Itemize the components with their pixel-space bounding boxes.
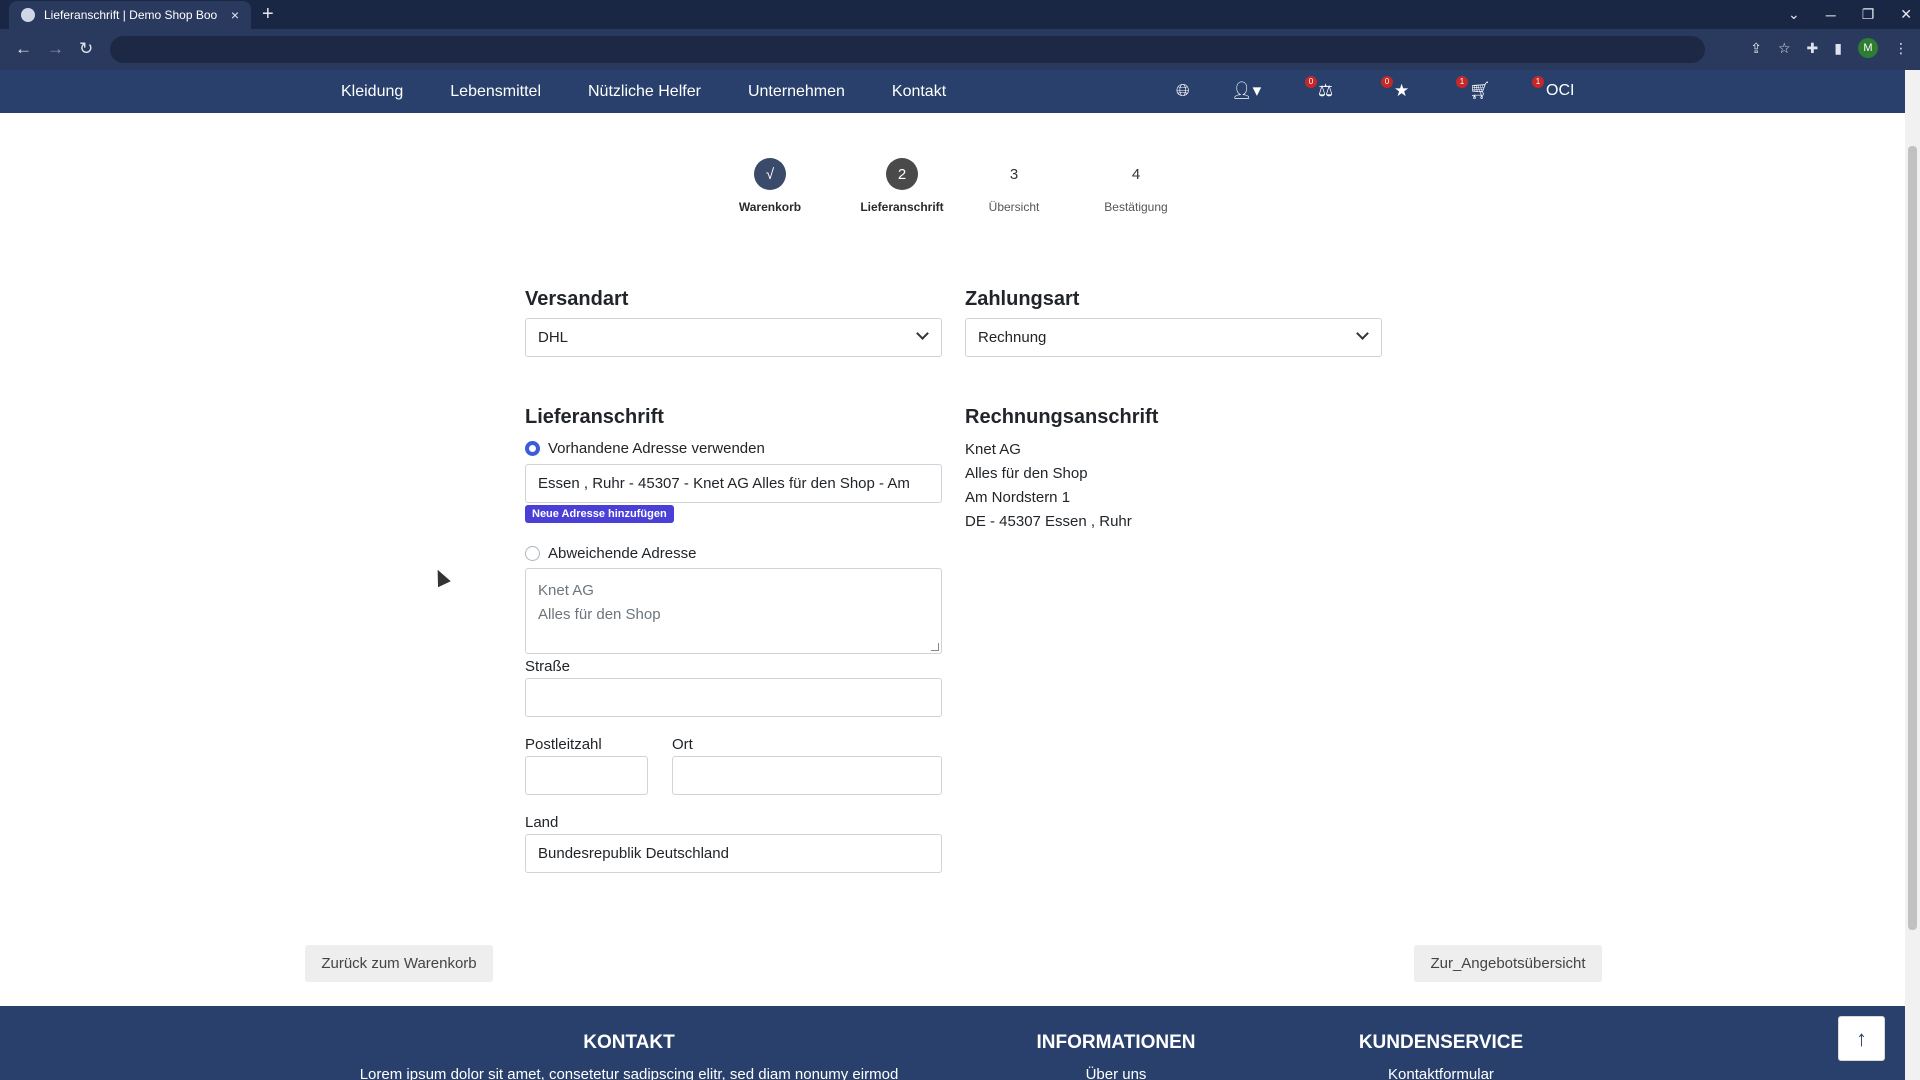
company-line: Alles für den Shop — [538, 606, 661, 623]
billing-heading: Rechnungsanschrift — [965, 406, 1159, 428]
payment-value: Rechnung — [978, 329, 1047, 346]
step-circle: 2 — [886, 158, 918, 190]
radio-existing-address[interactable]: Vorhandene Adresse verwenden — [525, 440, 765, 457]
company-textarea[interactable]: Knet AG Alles für den Shop — [525, 568, 942, 654]
radio-label: Vorhandene Adresse verwenden — [548, 440, 765, 457]
shipping-value: DHL — [538, 329, 569, 346]
forward-icon[interactable]: → — [47, 39, 64, 59]
radio-different-address[interactable]: Abweichende Adresse — [525, 545, 696, 562]
cart-count-badge: 1 — [1456, 76, 1468, 88]
extensions-icon[interactable]: ✚ — [1807, 40, 1819, 57]
country-label: Land — [525, 814, 559, 831]
zip-label: Postleitzahl — [525, 736, 602, 753]
arrow-up-icon: ↑ — [1856, 1025, 1867, 1051]
shipping-select[interactable]: DHL — [525, 318, 942, 357]
radio-unchecked-icon[interactable] — [525, 546, 540, 561]
scrollbar-thumb[interactable] — [1908, 146, 1917, 930]
payment-select[interactable]: Rechnung — [965, 318, 1382, 357]
page-scrollbar[interactable] — [1905, 70, 1920, 1080]
street-input[interactable] — [525, 678, 942, 717]
delivery-heading: Lieferanschrift — [525, 406, 664, 428]
menu-nuetzliche-helfer[interactable]: Nützliche Helfer — [588, 83, 701, 101]
minimize-icon[interactable]: ─ — [1826, 7, 1836, 23]
shipping-heading: Versandart — [525, 288, 629, 310]
payment-heading: Zahlungsart — [965, 288, 1080, 310]
step-circle: 3 — [998, 158, 1030, 190]
back-to-cart-button[interactable]: Zurück zum Warenkorb — [305, 945, 493, 982]
browser-menu-icon[interactable]: ⋮ — [1894, 40, 1908, 57]
oci-count-badge: 1 — [1532, 76, 1544, 88]
restore-icon[interactable]: ❐ — [1862, 6, 1875, 23]
cart-icon[interactable]: 🛒︎ — [1469, 81, 1491, 101]
step-bestaetigung: 4 Bestätigung — [1096, 158, 1176, 214]
close-window-icon[interactable]: ✕ — [1900, 6, 1912, 23]
zip-input[interactable] — [525, 756, 648, 795]
step-label: Übersicht — [988, 200, 1040, 214]
step-uebersicht: 3 Übersicht — [974, 158, 1054, 214]
step-warenkorb: √ Warenkorb — [728, 158, 812, 214]
resize-grip-icon[interactable] — [931, 643, 939, 651]
user-account-icon[interactable]: 👤︎▾ — [1231, 81, 1261, 101]
step-label: Lieferanschrift — [860, 200, 944, 214]
tab-close-icon[interactable]: × — [225, 7, 245, 23]
wishlist-star-icon[interactable]: ★ — [1394, 81, 1409, 101]
browser-tab-bar: Lieferanschrift | Demo Shop Boo × + ⌄ ─ … — [0, 0, 1920, 29]
city-input[interactable] — [672, 756, 942, 795]
street-label: Straße — [525, 658, 571, 675]
tab-title: Lieferanschrift | Demo Shop Boo — [44, 8, 218, 22]
new-tab-button[interactable]: + — [262, 3, 274, 26]
oci-link[interactable]: OCI — [1546, 82, 1574, 100]
profile-avatar[interactable]: M — [1858, 38, 1878, 58]
footer-link-about[interactable]: Über uns — [1016, 1066, 1216, 1080]
reload-icon[interactable]: ↻ — [79, 39, 93, 59]
country-input[interactable]: Bundesrepublik Deutschland — [525, 834, 942, 873]
radio-checked-icon[interactable] — [525, 441, 540, 456]
step-label: Bestätigung — [1104, 200, 1168, 214]
chevron-down-icon — [916, 327, 929, 340]
address-bar[interactable] — [110, 36, 1705, 63]
step-circle: √ — [754, 158, 786, 190]
step-label: Warenkorb — [738, 200, 802, 214]
scroll-to-top-button[interactable]: ↑ — [1838, 1016, 1885, 1061]
tab-search-icon[interactable]: ⌄ — [1788, 6, 1800, 23]
step-lieferanschrift: 2 Lieferanschrift — [852, 158, 952, 214]
mouse-cursor-icon — [431, 566, 451, 588]
wishlist-count-badge: 0 — [1381, 76, 1393, 88]
site-footer: KONTAKT Lorem ipsum dolor sit amet, cons… — [0, 1006, 1905, 1080]
compare-scale-icon[interactable]: ⚖ — [1318, 81, 1333, 101]
billing-line: Alles für den Shop — [965, 465, 1088, 482]
browser-toolbar: ← → ↻ ⇪ ☆ ✚ ▮ M ⋮ — [0, 29, 1920, 70]
main-menu: Kleidung Lebensmittel Nützliche Helfer U… — [341, 70, 993, 113]
billing-line: Knet AG — [965, 441, 1021, 458]
city-label: Ort — [672, 736, 693, 753]
radio-label: Abweichende Adresse — [548, 545, 697, 562]
footer-contact-heading: KONTAKT — [583, 1032, 675, 1053]
browser-tab[interactable]: Lieferanschrift | Demo Shop Boo × — [9, 1, 251, 29]
menu-lebensmittel[interactable]: Lebensmittel — [450, 83, 541, 101]
add-new-address-button[interactable]: Neue Adresse hinzufügen — [525, 505, 674, 523]
step-circle: 4 — [1120, 158, 1152, 190]
billing-address: Knet AG Alles für den Shop Am Nordstern … — [965, 438, 1132, 534]
menu-kontakt[interactable]: Kontakt — [892, 83, 946, 101]
favicon-icon — [21, 8, 35, 22]
sidepanel-icon[interactable]: ▮ — [1834, 40, 1842, 57]
chevron-down-icon — [1356, 327, 1369, 340]
menu-unternehmen[interactable]: Unternehmen — [748, 83, 845, 101]
billing-line: DE - 45307 Essen , Ruhr — [965, 513, 1132, 530]
footer-contact-text: Lorem ipsum dolor sit amet, consetetur s… — [359, 1066, 899, 1080]
footer-link-contact-form[interactable]: Kontaktformular — [1341, 1066, 1541, 1080]
back-icon[interactable]: ← — [15, 39, 32, 59]
billing-line: Am Nordstern 1 — [965, 489, 1071, 506]
footer-service-heading: KUNDENSERVICE — [1358, 1032, 1524, 1053]
company-line: Knet AG — [538, 582, 594, 599]
menu-kleidung[interactable]: Kleidung — [341, 83, 403, 101]
share-icon[interactable]: ⇪ — [1750, 40, 1762, 57]
bookmark-star-icon[interactable]: ☆ — [1778, 40, 1791, 57]
to-offer-overview-button[interactable]: Zur_Angebotsübersicht — [1414, 945, 1602, 982]
language-globe-icon[interactable]: 🌐︎ — [1176, 81, 1190, 101]
site-navbar: Kleidung Lebensmittel Nützliche Helfer U… — [0, 70, 1905, 113]
existing-address-select[interactable]: Essen , Ruhr - 45307 - Knet AG Alles für… — [525, 464, 942, 503]
compare-count-badge: 0 — [1305, 76, 1317, 88]
footer-info-heading: INFORMATIONEN — [1036, 1032, 1196, 1053]
